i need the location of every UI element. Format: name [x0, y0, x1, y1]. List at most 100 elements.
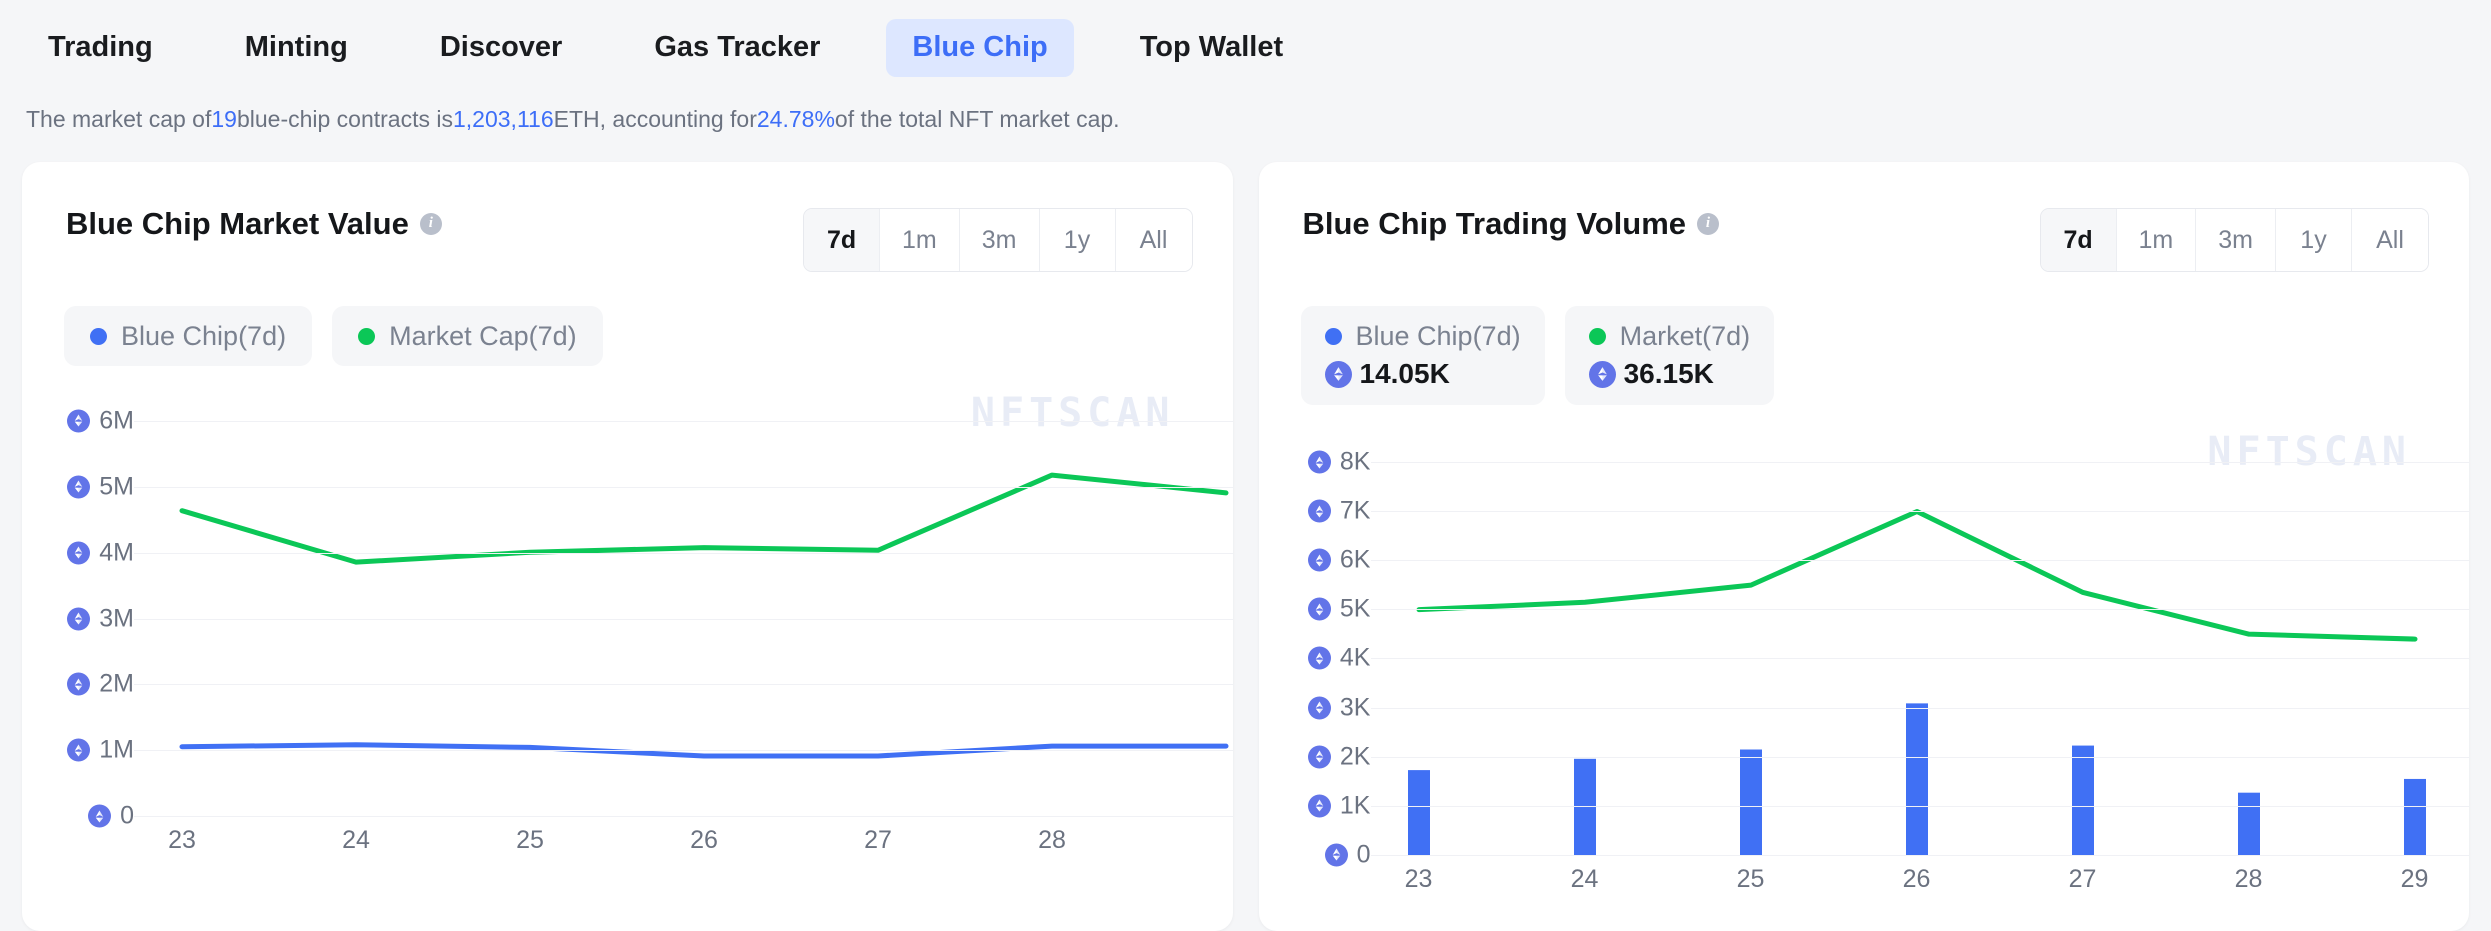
legend-series-name: Market Cap(7d): [389, 321, 577, 351]
bar-27[interactable]: [2071, 745, 2094, 855]
left-range-3m[interactable]: 3m: [959, 209, 1040, 271]
x-tick-label: 25: [516, 826, 544, 855]
x-tick-label: 27: [864, 826, 892, 855]
y-tick-text: 0: [120, 801, 134, 830]
y-tick-text: 1M: [99, 735, 134, 764]
legend-label-row: Blue Chip(7d): [90, 322, 286, 350]
left-range-1y[interactable]: 1y: [1039, 209, 1116, 271]
page-title-trading-volume: Blue Chip Trading Volume: [1302, 206, 1687, 241]
x-tick-label: 26: [690, 826, 718, 855]
nav-item-top-wallet[interactable]: Top Wallet: [1114, 19, 1309, 77]
y-tick-label: 3M: [67, 606, 134, 631]
legend-chip-blue-chip[interactable]: Blue Chip(7d) 14.05K: [1300, 306, 1545, 405]
y-tick-label: 1K: [1307, 791, 1371, 820]
right-y-axis: 0 1K 2K 3K 4K 5K 6K 7K 8K: [1259, 415, 1371, 931]
left-legend: Blue Chip(7d) Market Cap(7d): [22, 272, 1233, 367]
main-nav: Trading Minting Discover Gas Tracker Blue Ch…: [0, 0, 2491, 96]
legend-value-text: 36.15K: [1623, 358, 1714, 390]
info-icon[interactable]: i: [419, 212, 442, 235]
eth-icon: [1307, 745, 1331, 769]
bar-25[interactable]: [1739, 749, 1762, 855]
y-tick-text: 1K: [1339, 791, 1371, 820]
right-card-title-wrap: Blue Chip Trading Volume i: [1303, 208, 1720, 239]
y-tick-label: 0: [1324, 840, 1371, 869]
y-tick-text: 6M: [99, 406, 134, 435]
right-legend: Blue Chip(7d) 14.05K Market(7d) 36.15K: [1259, 272, 2470, 405]
left-range-1m[interactable]: 1m: [880, 209, 960, 271]
nav-item-gas-tracker[interactable]: Gas Tracker: [628, 19, 846, 77]
x-tick-label: 24: [342, 826, 370, 855]
page-title-market-value: Blue Chip Market Value: [66, 206, 409, 241]
left-card-title-wrap: Blue Chip Market Value i: [66, 208, 442, 239]
x-tick-label: 27: [2068, 864, 2097, 893]
eth-icon: [67, 738, 91, 762]
y-tick-text: 8K: [1339, 447, 1371, 476]
y-tick-text: 4M: [99, 538, 134, 567]
legend-chip-market[interactable]: Market Cap(7d): [332, 306, 603, 367]
right-range-all[interactable]: All: [2352, 209, 2428, 271]
eth-icon: [67, 541, 91, 565]
y-tick-text: 3K: [1339, 693, 1371, 722]
bar-26[interactable]: [1905, 703, 1928, 855]
left-range-7d[interactable]: 7d: [804, 209, 881, 271]
eth-icon: [1307, 548, 1331, 572]
gridline: [1370, 609, 2469, 611]
x-tick-label: 23: [1404, 864, 1433, 893]
legend-value-text: 14.05K: [1359, 358, 1450, 390]
y-tick-label: 6M: [67, 408, 134, 433]
y-tick-label: 2M: [67, 671, 134, 697]
y-tick-label: 4M: [67, 540, 134, 565]
gridline: [134, 552, 1233, 554]
gridline: [134, 486, 1233, 488]
gridline: [134, 420, 1233, 422]
legend-series-name: Market(7d): [1619, 321, 1751, 351]
nav-item-minting[interactable]: Minting: [219, 19, 374, 77]
eth-icon: [67, 607, 91, 631]
legend-dot-icon: [90, 327, 107, 345]
right-range-selector[interactable]: 7d 1m 3m 1y All: [2039, 208, 2429, 272]
legend-chip-market[interactable]: Market(7d) 36.15K: [1564, 306, 1775, 405]
right-range-3m[interactable]: 3m: [2196, 209, 2276, 271]
eth-icon: [1307, 794, 1331, 818]
gridline: [1370, 805, 2469, 807]
gridline: [1370, 462, 2469, 464]
y-tick-text: 0: [1356, 840, 1371, 869]
eth-icon: [67, 672, 91, 696]
eth-icon: [1307, 450, 1331, 474]
y-tick-text: 5K: [1339, 594, 1371, 623]
legend-label-row: Market Cap(7d): [358, 322, 577, 350]
bar-29[interactable]: [2403, 778, 2426, 855]
eth-icon: [1307, 499, 1331, 523]
left-y-axis: 0 1M 2M 3M 4M 5M 6M: [22, 376, 134, 916]
nav-item-trading[interactable]: Trading: [22, 19, 179, 77]
x-tick-label: 29: [2400, 864, 2429, 893]
right-range-1m[interactable]: 1m: [2116, 209, 2197, 271]
legend-series-value: 14.05K: [1324, 358, 1521, 390]
legend-dot-icon: [358, 327, 376, 345]
gridline: [134, 816, 1233, 818]
left-range-all[interactable]: All: [1115, 209, 1192, 271]
bar-28[interactable]: [2237, 792, 2260, 855]
gridline: [1370, 658, 2469, 660]
gridline: [134, 618, 1233, 620]
y-tick-label: 6K: [1307, 547, 1371, 573]
nav-item-discover[interactable]: Discover: [414, 19, 589, 77]
left-plot: NFTSCAN 0 1M 2M 3M 4M 5M 6M 23 24 25 26 27 28: [22, 376, 1233, 916]
info-icon[interactable]: i: [1697, 212, 1720, 235]
charts-row: Blue Chip Market Value i 7d 1m 3m 1y All Blu…: [0, 144, 2491, 931]
eth-icon: [1324, 360, 1352, 388]
bar-23[interactable]: [1407, 769, 1430, 855]
eth-icon: [1588, 360, 1616, 388]
right-range-1y[interactable]: 1y: [2276, 209, 2352, 271]
y-tick-label: 0: [88, 801, 134, 830]
y-tick-text: 4K: [1339, 643, 1371, 672]
left-range-selector[interactable]: 7d 1m 3m 1y All: [803, 208, 1193, 272]
y-tick-label: 5K: [1307, 594, 1371, 623]
y-tick-text: 5M: [99, 472, 134, 501]
nav-item-blue-chip[interactable]: Blue Chip: [886, 19, 1074, 77]
y-tick-label: 1M: [67, 735, 134, 764]
y-tick-label: 4K: [1307, 643, 1371, 672]
gridline: [1370, 707, 2469, 709]
legend-chip-blue-chip[interactable]: Blue Chip(7d): [64, 306, 313, 367]
right-range-7d[interactable]: 7d: [2040, 209, 2117, 271]
